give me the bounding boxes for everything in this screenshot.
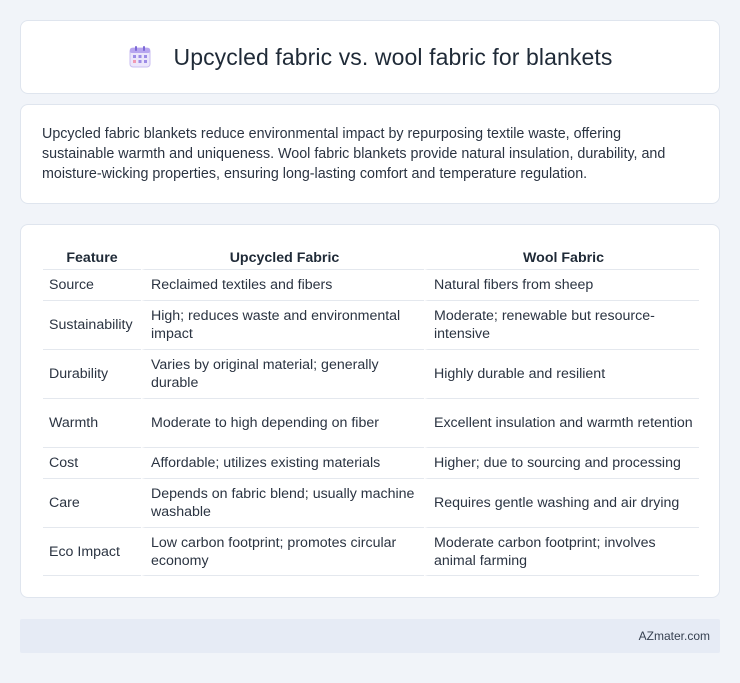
row-wool: Higher; due to sourcing and processing — [424, 447, 699, 478]
comparison-card: Feature Upcycled Fabric Wool Fabric Sour… — [20, 224, 720, 598]
calendar-icon — [129, 46, 151, 68]
row-upcycled: Moderate to high depending on fiber — [141, 398, 424, 447]
header-upcycled: Upcycled Fabric — [141, 247, 424, 269]
row-feature: Eco Impact — [43, 527, 141, 576]
comparison-table: Feature Upcycled Fabric Wool Fabric Sour… — [43, 247, 699, 576]
title-card: Upcycled fabric vs. wool fabric for blan… — [20, 20, 720, 94]
row-wool: Highly durable and resilient — [424, 349, 699, 398]
table-row: Durability Varies by original material; … — [43, 349, 699, 398]
table-header-row: Feature Upcycled Fabric Wool Fabric — [43, 247, 699, 269]
row-feature: Durability — [43, 349, 141, 398]
row-wool: Moderate; renewable but resource-intensi… — [424, 300, 699, 349]
row-upcycled: Varies by original material; generally d… — [141, 349, 424, 398]
intro-text: Upcycled fabric blankets reduce environm… — [42, 126, 666, 182]
row-upcycled: Affordable; utilizes existing materials — [141, 447, 424, 478]
footer: AZmater.com — [20, 619, 720, 653]
row-feature: Source — [43, 269, 141, 300]
row-wool: Excellent insulation and warmth retentio… — [424, 398, 699, 447]
row-feature: Warmth — [43, 398, 141, 447]
table-row: Warmth Moderate to high depending on fib… — [43, 398, 699, 447]
table-row: Cost Affordable; utilizes existing mater… — [43, 447, 699, 478]
intro-card: Upcycled fabric blankets reduce environm… — [20, 104, 720, 204]
row-wool: Natural fibers from sheep — [424, 269, 699, 300]
header-wool: Wool Fabric — [424, 247, 699, 269]
table-row: Source Reclaimed textiles and fibers Nat… — [43, 269, 699, 300]
header-feature: Feature — [66, 250, 118, 266]
row-upcycled: Depends on fabric blend; usually machine… — [141, 478, 424, 527]
table-row: Eco Impact Low carbon footprint; promote… — [43, 527, 699, 576]
row-feature: Care — [43, 478, 141, 527]
row-upcycled: Reclaimed textiles and fibers — [141, 269, 424, 300]
row-upcycled: Low carbon footprint; promotes circular … — [141, 527, 424, 576]
page-title: Upcycled fabric vs. wool fabric for blan… — [173, 43, 613, 70]
table-row: Sustainability High; reduces waste and e… — [43, 300, 699, 349]
row-feature: Cost — [43, 447, 141, 478]
row-wool: Moderate carbon footprint; involves anim… — [424, 527, 699, 576]
row-upcycled: High; reduces waste and environmental im… — [141, 300, 424, 349]
table-row: Care Depends on fabric blend; usually ma… — [43, 478, 699, 527]
row-wool: Requires gentle washing and air drying — [424, 478, 699, 527]
footer-brand[interactable]: AZmater.com — [639, 629, 710, 643]
row-feature: Sustainability — [43, 300, 141, 349]
